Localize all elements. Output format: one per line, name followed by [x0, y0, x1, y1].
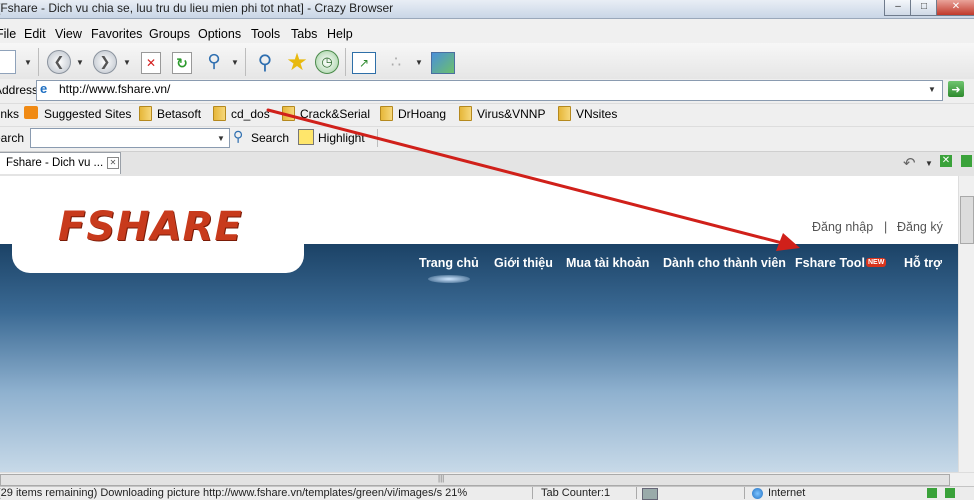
- highlight-icon: [298, 129, 314, 145]
- menu-help[interactable]: Help: [327, 27, 353, 41]
- menu-tabs[interactable]: Tabs: [291, 27, 317, 41]
- chevron-down-icon[interactable]: ▼: [123, 58, 131, 67]
- image-icon[interactable]: [431, 52, 455, 74]
- login-link[interactable]: Đăng nhập: [812, 220, 873, 234]
- chevron-down-icon[interactable]: ▼: [925, 159, 933, 168]
- close-tab-icon[interactable]: ✕: [940, 155, 952, 167]
- toolbar-separator: [345, 48, 346, 76]
- link-virus-vnnp[interactable]: Virus&VNNP: [477, 107, 545, 121]
- web-page: FSHARE Đăng nhập | Đăng ký Trang chủ Giớ…: [0, 176, 958, 472]
- menu-options[interactable]: Options: [198, 27, 241, 41]
- active-nav-glow: [428, 275, 470, 283]
- folder-icon: [139, 106, 152, 121]
- status-indicator-icon: [945, 488, 955, 498]
- suggested-sites-icon: [24, 106, 38, 119]
- rss-feed-icon[interactable]: ∴: [385, 52, 407, 72]
- search-icon[interactable]: ⚲: [252, 49, 278, 75]
- nav-fshare-tool[interactable]: Fshare Tool: [795, 256, 865, 270]
- forward-icon[interactable]: ❯: [93, 50, 117, 74]
- chevron-down-icon[interactable]: ▼: [231, 58, 239, 67]
- lock-icon: [642, 488, 658, 500]
- nav-about[interactable]: Giới thiệu: [494, 256, 553, 270]
- folder-icon: [558, 106, 571, 121]
- search-button[interactable]: Search: [251, 131, 289, 145]
- chevron-down-icon[interactable]: ▼: [76, 58, 84, 67]
- new-badge: NEW: [866, 258, 887, 267]
- toolbar-separator: [377, 129, 378, 147]
- status-separator: [636, 487, 637, 499]
- maximize-button[interactable]: □: [910, 0, 938, 16]
- nav-support[interactable]: Hỗ trợ: [904, 256, 942, 270]
- status-indicator-icon: [927, 488, 937, 498]
- window-title: [Fshare - Dich vu chia se, luu tru du li…: [0, 1, 394, 15]
- undo-close-icon[interactable]: ↶: [903, 154, 916, 172]
- link-crack-serial[interactable]: Crack&Serial: [300, 107, 370, 121]
- link-suggested-sites[interactable]: Suggested Sites: [44, 107, 131, 121]
- search-input[interactable]: [30, 128, 230, 148]
- folder-icon: [380, 106, 393, 121]
- register-link[interactable]: Đăng ký: [897, 220, 943, 234]
- highlight-button[interactable]: Highlight: [318, 131, 365, 145]
- title-bar: [Fshare - Dich vu chia se, luu tru du li…: [0, 0, 974, 19]
- status-separator: [744, 487, 745, 499]
- toolbar-separator: [245, 48, 246, 76]
- chevron-down-icon[interactable]: ▼: [928, 85, 936, 94]
- link-betasoft[interactable]: Betasoft: [157, 107, 201, 121]
- address-input[interactable]: [36, 80, 943, 101]
- link-divider: |: [884, 220, 888, 234]
- search-label: Search: [0, 131, 25, 145]
- fshare-logo[interactable]: FSHARE: [58, 204, 243, 250]
- link-vnsites[interactable]: VNsites: [576, 107, 617, 121]
- tab-close-icon[interactable]: ✕: [107, 157, 119, 169]
- go-arrow-icon[interactable]: ➜: [948, 81, 964, 97]
- back-icon[interactable]: ❮: [47, 50, 71, 74]
- tab-title: Fshare - Dich vu ...: [6, 157, 104, 169]
- globe-icon: [752, 488, 763, 499]
- status-separator: [532, 487, 533, 499]
- nav-members[interactable]: Dành cho thành viên: [663, 256, 786, 270]
- stop-icon[interactable]: ✕: [141, 52, 161, 74]
- tab-bar: [0, 151, 974, 177]
- link-cd-dos[interactable]: cd_dos: [231, 107, 270, 121]
- new-page-icon[interactable]: [0, 50, 16, 74]
- ie-page-icon: e: [40, 81, 48, 96]
- refresh-icon[interactable]: ↻: [172, 52, 192, 74]
- scroll-grip-icon: |||: [438, 474, 445, 483]
- horizontal-scroll-thumb[interactable]: [0, 474, 950, 486]
- window-arrange-icon[interactable]: ↗: [352, 52, 376, 74]
- history-icon[interactable]: ◷: [315, 50, 339, 74]
- security-zone: Internet: [768, 487, 806, 499]
- zoom-icon[interactable]: ⚲: [202, 50, 226, 72]
- site-banner: [0, 244, 958, 472]
- minimize-button[interactable]: –: [884, 0, 912, 16]
- nav-home[interactable]: Trang chủ: [419, 256, 479, 270]
- address-label: Address: [0, 83, 39, 97]
- chevron-down-icon[interactable]: ▼: [415, 58, 423, 67]
- nav-buy-account[interactable]: Mua tài khoản: [566, 256, 649, 270]
- search-icon: ⚲: [233, 128, 244, 144]
- menu-bar: [0, 19, 974, 43]
- favorites-star-icon[interactable]: ★: [284, 49, 310, 76]
- links-label: Links: [0, 107, 20, 121]
- tab-options-icon[interactable]: [961, 155, 972, 167]
- folder-icon: [459, 106, 472, 121]
- menu-groups[interactable]: Groups: [149, 27, 190, 41]
- menu-tools[interactable]: Tools: [251, 27, 280, 41]
- link-drhoang[interactable]: DrHoang: [398, 107, 446, 121]
- toolbar-separator: [38, 48, 39, 76]
- folder-icon: [213, 106, 226, 121]
- menu-file[interactable]: File: [0, 27, 16, 41]
- address-url: http://www.fshare.vn/: [59, 82, 171, 96]
- status-message: (29 items remaining) Downloading picture…: [0, 487, 468, 499]
- menu-view[interactable]: View: [55, 27, 82, 41]
- menu-edit[interactable]: Edit: [24, 27, 46, 41]
- vertical-scroll-thumb[interactable]: [960, 196, 974, 244]
- chevron-down-icon[interactable]: ▼: [24, 58, 32, 67]
- chevron-down-icon[interactable]: ▼: [217, 134, 225, 143]
- menu-favorites[interactable]: Favorites: [91, 27, 142, 41]
- tab-counter: Tab Counter:1: [541, 487, 611, 499]
- close-window-button[interactable]: ✕: [936, 0, 974, 16]
- folder-icon: [282, 106, 295, 121]
